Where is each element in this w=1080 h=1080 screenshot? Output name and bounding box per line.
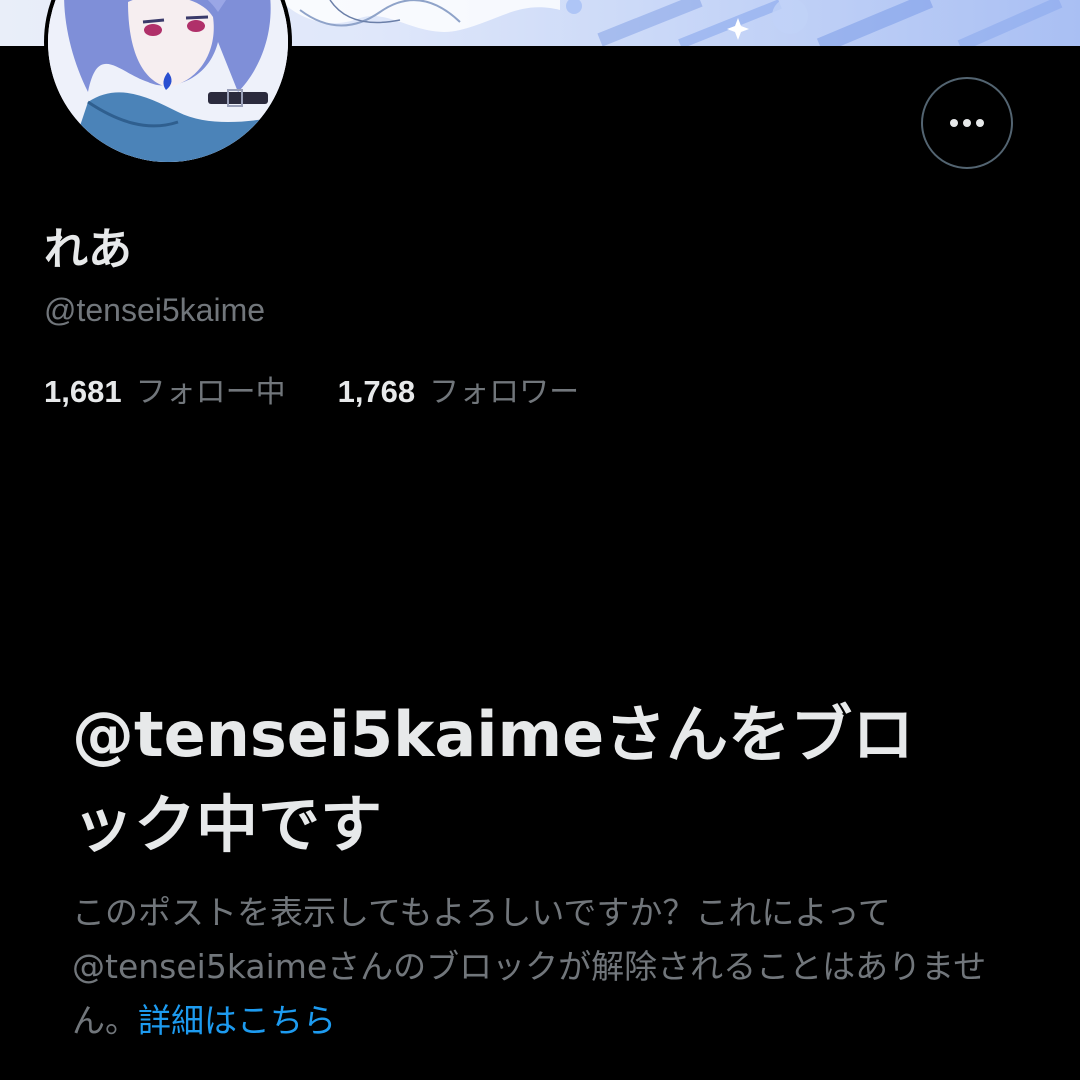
profile-avatar[interactable] [44, 0, 292, 166]
follow-stats: 1,681 フォロー中 1,768 フォロワー [44, 372, 579, 413]
more-options-button[interactable] [921, 77, 1013, 169]
user-handle: @tensei5kaime [44, 292, 266, 328]
followers-label: フォロワー [429, 375, 580, 410]
followers-count: 1,768 [337, 374, 416, 409]
display-name: れあ [44, 224, 132, 275]
blocked-notice-title: @tensei5kaimeさんをブロック中です [72, 698, 915, 861]
following-stat[interactable]: 1,681 フォロー中 [44, 372, 286, 413]
followers-stat[interactable]: 1,768 フォロワー [338, 372, 580, 413]
following-label: フォロー中 [135, 375, 286, 410]
following-count: 1,681 [44, 374, 122, 409]
learn-more-link[interactable]: 詳細はこちら [138, 1001, 336, 1040]
more-horizontal-icon [950, 119, 984, 127]
blocked-notice-description: このポストを表示してもよろしいですか？これによって@tensei5kaimeさん… [72, 886, 1002, 1048]
